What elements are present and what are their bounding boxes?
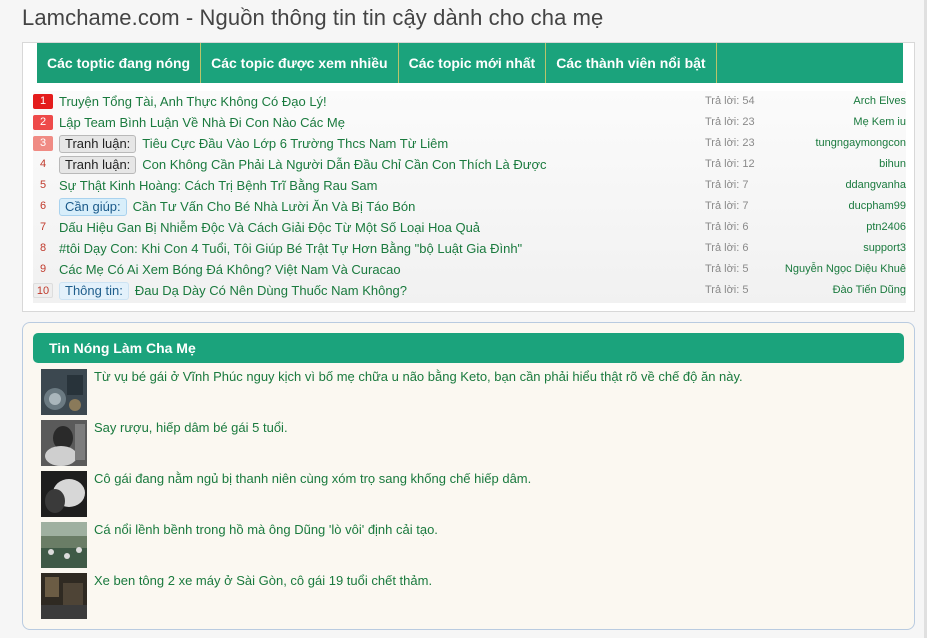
- topic-tabs: Các toptic đang nóng Các topic được xem …: [37, 43, 903, 83]
- topic-list: 1 Truyện Tổng Tài, Anh Thực Không Có Đạo…: [33, 91, 906, 303]
- topic-link[interactable]: #tôi Dạy Con: Khi Con 4 Tuổi, Tôi Giúp B…: [59, 241, 522, 256]
- topic-main: Lập Team Bình Luận Về Nhà Đi Con Nào Các…: [59, 112, 345, 133]
- topic-link[interactable]: Con Không Cần Phải Là Người Dẫn Đầu Chỉ …: [142, 157, 546, 172]
- topic-row: 2 Lập Team Bình Luận Về Nhà Đi Con Nào C…: [33, 112, 906, 133]
- author-link[interactable]: tungngaymongcon: [766, 133, 906, 154]
- topic-main: Tranh luận: Con Không Cần Phải Là Người D…: [59, 154, 547, 175]
- news-item[interactable]: Cô gái đang nằm ngủ bị thanh niên cùng x…: [41, 471, 901, 517]
- topic-row: 8 #tôi Dạy Con: Khi Con 4 Tuổi, Tôi Giúp…: [33, 238, 906, 259]
- news-header: Tin Nóng Làm Cha Mẹ: [33, 333, 904, 363]
- topic-row: 10 Thông tin: Đau Dạ Dày Có Nên Dùng Thuố…: [33, 280, 906, 301]
- topic-link[interactable]: Tiêu Cực Đầu Vào Lớp 6 Trường Thcs Nam T…: [142, 136, 448, 151]
- news-item[interactable]: Say rượu, hiếp dâm bé gái 5 tuổi.: [41, 420, 901, 466]
- topic-row: 5 Sự Thật Kinh Hoàng: Cách Trị Bệnh Trĩ …: [33, 175, 906, 196]
- rank-badge: 5: [39, 179, 47, 191]
- author-link[interactable]: bihun: [766, 154, 906, 175]
- topic-main: Thông tin: Đau Dạ Dày Có Nên Dùng Thuốc N…: [59, 280, 407, 301]
- topic-link[interactable]: Sự Thật Kinh Hoàng: Cách Trị Bệnh Trĩ Bằ…: [59, 178, 377, 193]
- topic-row: 6 Cần giúp: Cần Tư Vấn Cho Bé Nhà Lười Ăn…: [33, 196, 906, 217]
- topic-panel: Các toptic đang nóng Các topic được xem …: [22, 42, 915, 312]
- topic-link[interactable]: Dấu Hiệu Gan Bị Nhiễm Độc Và Cách Giải Đ…: [59, 220, 480, 235]
- rank-badge: 8: [39, 242, 47, 254]
- prefix-badge[interactable]: Tranh luận:: [59, 155, 137, 174]
- news-thumbnail[interactable]: [41, 471, 87, 517]
- topic-main: Sự Thật Kinh Hoàng: Cách Trị Bệnh Trĩ Bằ…: [59, 175, 377, 196]
- tab-top-members[interactable]: Các thành viên nổi bật: [546, 43, 717, 83]
- news-link[interactable]: Xe ben tông 2 xe máy ở Sài Gòn, cô gái 1…: [94, 573, 432, 588]
- topic-main: #tôi Dạy Con: Khi Con 4 Tuổi, Tôi Giúp B…: [59, 238, 522, 259]
- author-link[interactable]: ducpham99: [766, 196, 907, 217]
- topic-main: Các Mẹ Có Ai Xem Bóng Đá Không? Việt Nam…: [59, 259, 401, 280]
- rank-badge: 4: [39, 158, 47, 170]
- topic-main: Truyện Tổng Tài, Anh Thực Không Có Đạo L…: [59, 91, 327, 112]
- news-link[interactable]: Cô gái đang nằm ngủ bị thanh niên cùng x…: [94, 471, 531, 486]
- topic-main: Cần giúp: Cần Tư Vấn Cho Bé Nhà Lười Ăn V…: [59, 196, 415, 217]
- news-item[interactable]: Xe ben tông 2 xe máy ở Sài Gòn, cô gái 1…: [41, 573, 901, 619]
- rank-badge: 7: [39, 221, 47, 233]
- rank-badge: 1: [33, 94, 53, 109]
- author-link[interactable]: Arch Elves: [766, 91, 906, 112]
- topic-row: 9 Các Mẹ Có Ai Xem Bóng Đá Không? Việt N…: [33, 259, 906, 280]
- rank-badge: 6: [39, 200, 47, 212]
- topic-link[interactable]: Cần Tư Vấn Cho Bé Nhà Lười Ăn Và Bị Táo …: [133, 199, 416, 214]
- author-link[interactable]: Mẹ Kem iu: [766, 112, 906, 133]
- news-link[interactable]: Cá nổi lềnh bềnh trong hồ mà ông Dũng 'l…: [94, 522, 438, 537]
- topic-row: 3 Tranh luận: Tiêu Cực Đầu Vào Lớp 6 Trườ…: [33, 133, 906, 154]
- rank-badge: 10: [33, 283, 53, 298]
- author-link[interactable]: ddangvanha: [766, 175, 906, 196]
- hot-news-panel: Tin Nóng Làm Cha Mẹ Từ vụ bé gái ở Vĩnh …: [22, 322, 915, 630]
- topic-link[interactable]: Các Mẹ Có Ai Xem Bóng Đá Không? Việt Nam…: [59, 262, 401, 277]
- author-link[interactable]: Đào Tiến Dũng: [766, 280, 906, 301]
- author-link[interactable]: support3: [766, 238, 906, 259]
- rank-badge: 9: [39, 263, 47, 275]
- topic-main: Dấu Hiệu Gan Bị Nhiễm Độc Và Cách Giải Đ…: [59, 217, 480, 238]
- news-thumbnail[interactable]: [41, 573, 87, 619]
- topic-link[interactable]: Truyện Tổng Tài, Anh Thực Không Có Đạo L…: [59, 94, 327, 109]
- topic-row: 1 Truyện Tổng Tài, Anh Thực Không Có Đạo…: [33, 91, 906, 112]
- tab-hot-topics[interactable]: Các toptic đang nóng: [37, 43, 202, 83]
- rank-badge: 2: [33, 115, 53, 130]
- news-thumbnail[interactable]: [41, 420, 87, 466]
- news-thumbnail[interactable]: [41, 369, 87, 415]
- news-item[interactable]: Từ vụ bé gái ở Vĩnh Phúc nguy kịch vì bố…: [41, 369, 901, 415]
- tab-most-viewed[interactable]: Các topic được xem nhiều: [201, 43, 399, 83]
- site-title: Lamchame.com - Nguồn thông tin tin cậy d…: [22, 5, 604, 30]
- author-link[interactable]: ptn2406: [766, 217, 906, 238]
- topic-row: 4 Tranh luận: Con Không Cần Phải Là Người…: [33, 154, 906, 175]
- topic-row: 7 Dấu Hiệu Gan Bị Nhiễm Độc Và Cách Giải…: [33, 217, 906, 238]
- topic-link[interactable]: Lập Team Bình Luận Về Nhà Đi Con Nào Các…: [59, 115, 345, 130]
- topic-link[interactable]: Đau Dạ Dày Có Nên Dùng Thuốc Nam Không?: [135, 283, 407, 298]
- prefix-badge[interactable]: Cần giúp:: [59, 197, 127, 216]
- news-link[interactable]: Say rượu, hiếp dâm bé gái 5 tuổi.: [94, 420, 288, 435]
- tab-newest[interactable]: Các topic mới nhất: [399, 43, 547, 83]
- author-link[interactable]: Nguyễn Ngọc Diệu Khuê: [766, 259, 906, 280]
- news-item[interactable]: Cá nổi lềnh bềnh trong hồ mà ông Dũng 'l…: [41, 522, 901, 568]
- prefix-badge[interactable]: Tranh luận:: [59, 134, 137, 153]
- rank-badge: 3: [33, 136, 53, 151]
- news-thumbnail[interactable]: [41, 522, 87, 568]
- news-link[interactable]: Từ vụ bé gái ở Vĩnh Phúc nguy kịch vì bố…: [94, 369, 743, 384]
- prefix-badge[interactable]: Thông tin:: [59, 281, 129, 300]
- topic-main: Tranh luận: Tiêu Cực Đầu Vào Lớp 6 Trường…: [59, 133, 448, 154]
